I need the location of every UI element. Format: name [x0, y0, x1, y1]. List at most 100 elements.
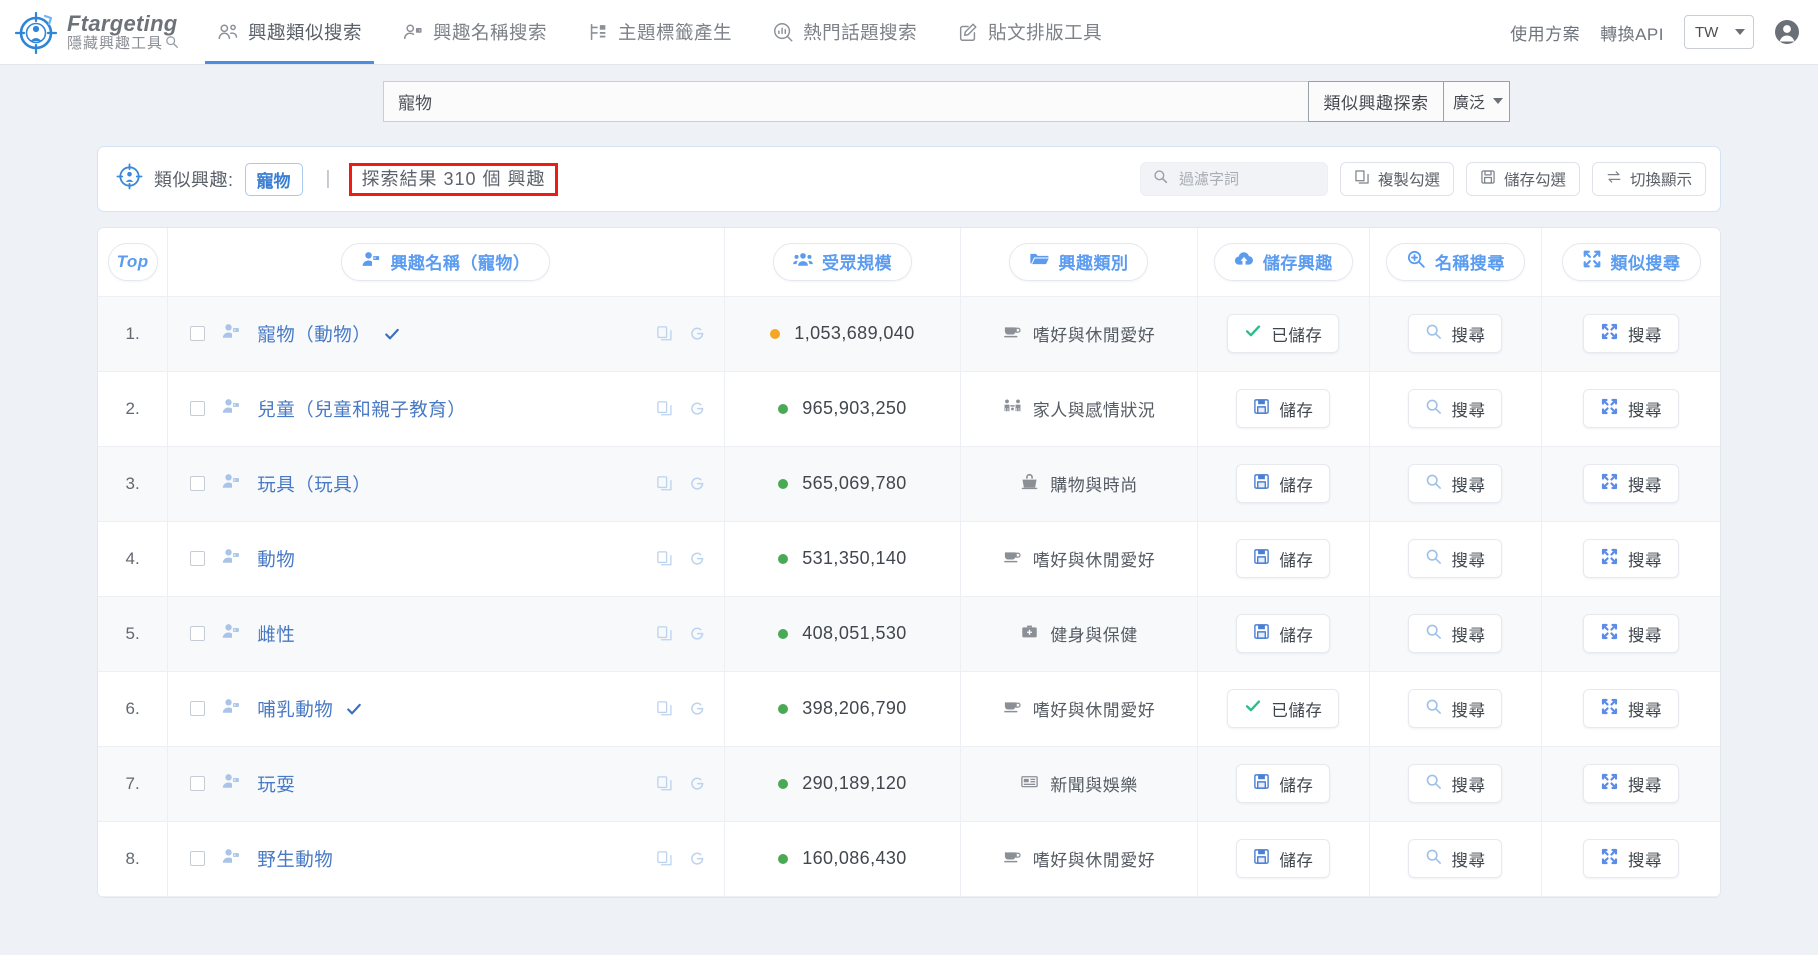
interest-name-link[interactable]: 玩耍	[257, 771, 295, 797]
name-search-button[interactable]: 搜尋	[1408, 689, 1503, 728]
similar-search-button-label: 搜尋	[1628, 476, 1662, 495]
top-sort-button[interactable]: Top	[107, 242, 158, 281]
save-interest-button[interactable]: 儲存	[1236, 389, 1331, 428]
row-audience-size-cell: 290,189,120	[724, 746, 962, 822]
copy-icon[interactable]	[656, 475, 673, 492]
nav-item-interest-name-search[interactable]: 興趣名稱搜索	[382, 0, 567, 64]
row-checkbox[interactable]	[190, 326, 206, 341]
audience-size-sort-button[interactable]: 受眾規模	[772, 242, 912, 281]
toggle-display-button[interactable]: 切換顯示	[1591, 162, 1706, 196]
plans-link[interactable]: 使用方案	[1510, 20, 1580, 45]
google-g-icon[interactable]	[689, 775, 706, 792]
save-interest-button[interactable]: 儲存	[1236, 839, 1331, 878]
name-search-button[interactable]: 搜尋	[1408, 389, 1503, 428]
category-label: 嗜好與休閒愛好	[1032, 701, 1156, 720]
similar-search-button[interactable]: 搜尋	[1583, 764, 1679, 803]
google-g-icon[interactable]	[689, 475, 706, 492]
row-checkbox[interactable]	[190, 701, 206, 716]
row-index: 3.	[125, 473, 140, 493]
keyword-chip[interactable]: 寵物	[244, 162, 303, 196]
nav-item-hashtag-generator[interactable]: 主題標籤產生	[567, 0, 752, 64]
language-selector[interactable]: TW	[1684, 15, 1754, 49]
search-scope-select[interactable]: 廣泛	[1444, 80, 1510, 122]
similar-search-button-label: 搜尋	[1628, 776, 1662, 795]
google-g-icon[interactable]	[689, 400, 706, 417]
save-interest-button[interactable]: 儲存	[1236, 464, 1331, 503]
google-g-icon[interactable]	[689, 325, 706, 342]
save-interest-header-button[interactable]: 儲存興趣	[1213, 242, 1353, 281]
similar-search-header-button[interactable]: 類似搜尋	[1561, 242, 1701, 281]
category-label: 嗜好與休閒愛好	[1032, 851, 1156, 870]
already-saved-button[interactable]: 已儲存	[1227, 689, 1340, 728]
nav-item-trending-topic-search[interactable]: 熱門話題搜索	[752, 0, 937, 64]
save-interest-button[interactable]: 儲存	[1236, 539, 1331, 578]
similar-search-button[interactable]: 搜尋	[1583, 464, 1679, 503]
interest-name-link[interactable]: 寵物（動物）	[257, 321, 371, 347]
interest-name-link[interactable]: 哺乳動物	[257, 696, 333, 722]
row-audience-size-cell: 531,350,140	[724, 521, 962, 597]
copy-icon[interactable]	[656, 700, 673, 717]
copy-icon[interactable]	[656, 325, 673, 342]
table-row[interactable]: 7. 玩耍 290,189,120 新聞與娛樂 儲存 搜尋 搜尋	[98, 746, 1720, 822]
save-interest-button[interactable]: 儲存	[1236, 614, 1331, 653]
api-link[interactable]: 轉換API	[1600, 20, 1664, 45]
copy-icon[interactable]	[656, 775, 673, 792]
google-g-icon[interactable]	[689, 625, 706, 642]
interest-name-sort-button[interactable]: 興趣名稱（寵物）	[341, 242, 551, 281]
table-row[interactable]: 6. 哺乳動物 398,206,790 嗜好與休閒愛好 已儲存 搜尋 搜尋	[98, 671, 1720, 747]
copy-icon[interactable]	[656, 625, 673, 642]
coffee-cup-icon	[1003, 847, 1022, 871]
google-g-icon[interactable]	[689, 850, 706, 867]
table-row[interactable]: 3. 玩具（玩具） 565,069,780 購物與時尚 儲存 搜尋 搜尋	[98, 446, 1720, 522]
already-saved-button[interactable]: 已儲存	[1227, 314, 1340, 353]
row-name-cell: 哺乳動物	[167, 671, 725, 747]
copy-icon[interactable]	[656, 400, 673, 417]
table-row[interactable]: 4. 動物 531,350,140 嗜好與休閒愛好 儲存 搜尋 搜尋	[98, 521, 1720, 597]
row-checkbox[interactable]	[190, 551, 206, 566]
search-input[interactable]	[383, 80, 1308, 122]
name-search-button[interactable]: 搜尋	[1408, 839, 1503, 878]
copy-selected-button[interactable]: 複製勾選	[1339, 162, 1454, 196]
similar-search-button[interactable]: 搜尋	[1583, 539, 1679, 578]
row-checkbox[interactable]	[190, 401, 206, 416]
interest-name-link[interactable]: 兒童（兒童和親子教育）	[257, 396, 466, 422]
nav-item-interest-similar-search[interactable]: 興趣類似搜索	[197, 0, 382, 64]
table-row[interactable]: 1. 寵物（動物） 1,053,689,040 嗜好與休閒愛好 已儲存 搜尋 搜尋	[98, 296, 1720, 372]
name-search-button[interactable]: 搜尋	[1408, 614, 1503, 653]
name-search-button[interactable]: 搜尋	[1408, 464, 1503, 503]
similar-search-button[interactable]: 搜尋	[1583, 389, 1679, 428]
brand-logo-area[interactable]: Ftargeting 隱藏興趣工具	[0, 0, 197, 64]
filter-input[interactable]	[1176, 169, 1315, 189]
hashtag-blocks-icon	[587, 21, 609, 43]
similar-interest-search-button[interactable]: 類似興趣探索	[1308, 80, 1444, 122]
name-search-header-button[interactable]: 名稱搜尋	[1385, 242, 1525, 281]
interest-name-link[interactable]: 動物	[257, 546, 295, 572]
google-g-icon[interactable]	[689, 700, 706, 717]
copy-icon[interactable]	[656, 550, 673, 567]
google-g-icon[interactable]	[689, 550, 706, 567]
interest-name-link[interactable]: 玩具（玩具）	[257, 471, 371, 497]
account-circle-icon[interactable]	[1774, 19, 1800, 45]
row-checkbox[interactable]	[190, 476, 206, 491]
name-search-button[interactable]: 搜尋	[1408, 539, 1503, 578]
nav-item-post-layout-tool[interactable]: 貼文排版工具	[937, 0, 1122, 64]
interest-name-link[interactable]: 野生動物	[257, 846, 333, 872]
table-row[interactable]: 2. 兒童（兒童和親子教育） 965,903,250 家人與感情狀況 儲存 搜尋 搜尋	[98, 371, 1720, 447]
row-checkbox[interactable]	[190, 626, 206, 641]
similar-search-button[interactable]: 搜尋	[1583, 839, 1679, 878]
similar-search-button[interactable]: 搜尋	[1583, 314, 1679, 353]
similar-search-button[interactable]: 搜尋	[1583, 614, 1679, 653]
name-search-button[interactable]: 搜尋	[1408, 764, 1503, 803]
row-checkbox[interactable]	[190, 776, 206, 791]
table-row[interactable]: 8. 野生動物 160,086,430 嗜好與休閒愛好 儲存 搜尋 搜尋	[98, 821, 1720, 897]
interest-category-sort-button[interactable]: 興趣類別	[1009, 242, 1149, 281]
filter-field[interactable]	[1139, 162, 1328, 196]
copy-icon[interactable]	[656, 850, 673, 867]
save-interest-button[interactable]: 儲存	[1236, 764, 1331, 803]
name-search-button[interactable]: 搜尋	[1408, 314, 1503, 353]
table-row[interactable]: 5. 雌性 408,051,530 健身與保健 儲存 搜尋 搜尋	[98, 596, 1720, 672]
similar-search-button[interactable]: 搜尋	[1583, 689, 1679, 728]
row-checkbox[interactable]	[190, 851, 206, 866]
save-selected-button[interactable]: 儲存勾選	[1465, 162, 1580, 196]
interest-name-link[interactable]: 雌性	[257, 621, 295, 647]
